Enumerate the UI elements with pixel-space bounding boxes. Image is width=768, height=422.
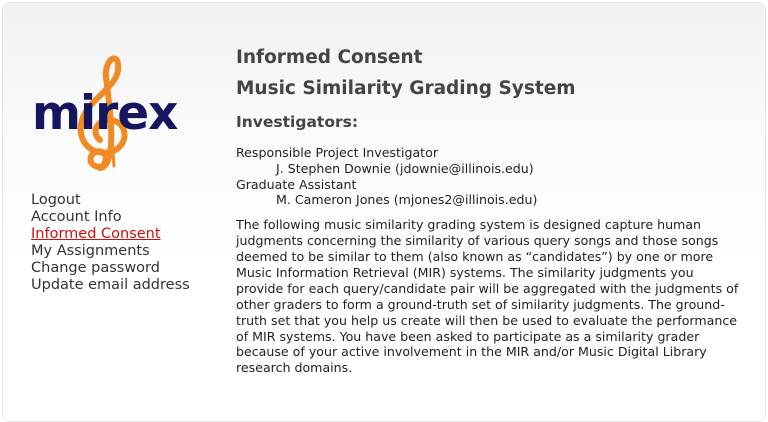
- investigator-name: J. Stephen Downie (jdownie@illinois.edu): [276, 160, 534, 176]
- sidebar-item-logout[interactable]: Logout: [31, 192, 221, 209]
- main-content: Informed Consent Music Similarity Gradin…: [236, 46, 746, 376]
- page-title: Informed Consent: [236, 47, 423, 68]
- sidebar-item-account-info[interactable]: Account Info: [31, 209, 221, 226]
- investigator-role: Responsible Project Investigator: [236, 145, 438, 160]
- sidebar-item-update-email[interactable]: Update email address: [31, 277, 221, 294]
- investigators-list: Responsible Project Investigator J. Step…: [236, 145, 746, 208]
- investigator-name: M. Cameron Jones (mjones2@illinois.edu): [276, 192, 538, 208]
- investigators-heading: Investigators:: [236, 113, 359, 131]
- consent-paragraph: The following music similarity grading s…: [236, 217, 739, 376]
- page-subtitle: Music Similarity Grading System: [236, 78, 576, 99]
- sidebar-nav: Logout Account Info Informed Consent My …: [31, 192, 221, 294]
- sidebar-item-change-password[interactable]: Change password: [31, 260, 221, 277]
- investigator-role: Graduate Assistant: [236, 176, 357, 192]
- logo-wordmark: mirex: [32, 86, 178, 141]
- sidebar-item-informed-consent[interactable]: Informed Consent: [31, 226, 221, 243]
- mirex-logo[interactable]: mirex: [30, 48, 180, 183]
- sidebar-item-my-assignments[interactable]: My Assignments: [31, 243, 221, 260]
